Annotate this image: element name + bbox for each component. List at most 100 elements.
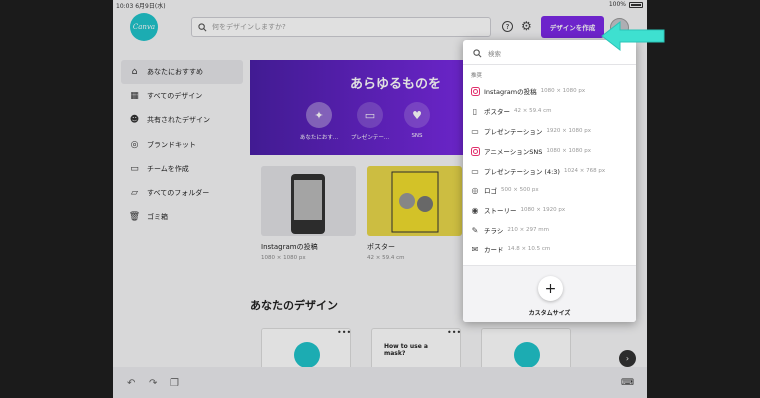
presentation-icon: ▭ (471, 166, 479, 176)
create-design-button[interactable]: デザインを作成 (541, 16, 604, 38)
sidebar-item-brand-kit[interactable]: ◎ ブランドキット (121, 133, 243, 157)
create-design-dropdown: 検索 推奨 Instagramの投稿 1080 × 1080 px ▯ ポスター… (463, 40, 636, 322)
panel-item-label: チラシ (484, 227, 504, 235)
panel-item-size: 14.8 × 10.5 cm (507, 246, 551, 252)
design-card-text: How to use a mask? (384, 343, 428, 357)
custom-size-area: + カスタムサイズ (463, 265, 636, 322)
panel-item-size: 210 × 297 mm (507, 227, 549, 233)
home-icon: ⌂ (131, 67, 138, 77)
panel-item-poster[interactable]: ▯ ポスター 42 × 59.4 cm (470, 102, 630, 120)
panel-item-size: 1024 × 768 px (563, 168, 606, 174)
hero-banner: あらゆるものを ✦ あなたにおす... ▭ プレゼンテー... ♥ SNS (250, 60, 480, 155)
template-thumbnail (261, 166, 356, 236)
redo-icon[interactable]: ↷ (149, 378, 157, 389)
brand-icon: ◎ (130, 139, 139, 150)
pointer-arrow-icon (601, 20, 665, 52)
instagram-icon (470, 86, 480, 96)
template-size: 1080 × 1080 px (261, 255, 306, 261)
sidebar-item-label: すべてのデザイン (147, 92, 203, 101)
panel-item-label: プレゼンテーション (484, 128, 543, 136)
custom-size-label[interactable]: カスタムサイズ (463, 308, 636, 317)
status-time: 10:03 6月9日(水) (116, 3, 166, 10)
folder-icon: ▱ (131, 187, 138, 198)
undo-icon[interactable]: ↶ (127, 378, 135, 389)
panel-heading: 推奨 (471, 73, 483, 79)
battery-icon (629, 1, 643, 8)
team-icon: ▭ (130, 163, 139, 174)
template-card-poster[interactable] (367, 166, 462, 236)
help-icon[interactable]: ? (502, 21, 513, 32)
panel-item-animated-sns[interactable]: アニメーションSNS 1080 × 1080 px (470, 142, 630, 160)
panel-item-label: Instagramの投稿 (484, 88, 537, 96)
search-icon (473, 48, 482, 57)
sidebar-item-label: ブランドキット (147, 140, 196, 149)
panel-item-instagram[interactable]: Instagramの投稿 1080 × 1080 px (470, 82, 630, 100)
panel-item-size: 1080 × 1080 px (546, 148, 591, 154)
sidebar-item-trash[interactable]: 🗑 ゴミ箱 (121, 205, 243, 229)
panel-item-size: 1920 × 1080 px (546, 128, 591, 134)
panel-item-label: ストーリー (484, 207, 517, 215)
plus-icon[interactable]: + (538, 276, 563, 301)
sparkle-icon: ✦ (306, 102, 332, 128)
template-label: Instagramの投稿 (261, 243, 318, 251)
logo-icon: ◎ (471, 185, 479, 195)
sidebar-item-label: あなたにおすすめ (147, 68, 203, 76)
template-size: 42 × 59.4 cm (367, 255, 405, 261)
panel-item-size: 1080 × 1920 px (520, 207, 566, 213)
panel-item-flyer[interactable]: ✎ チラシ 210 × 297 mm (470, 221, 630, 239)
battery-percent: 100% (608, 1, 626, 8)
search-icon (198, 22, 207, 31)
template-card-instagram[interactable] (261, 166, 356, 236)
panel-item-presentation[interactable]: ▭ プレゼンテーション 1920 × 1080 px (470, 122, 630, 140)
section-title: あなたのデザイン (250, 299, 338, 312)
hero-title: あらゆるものを (350, 77, 442, 92)
sidebar-item-folders[interactable]: ▱ すべてのフォルダー (121, 181, 243, 205)
canva-logo[interactable]: Canva (130, 13, 158, 41)
sidebar: ⌂ あなたにおすすめ ▦ すべてのデザイン ☻ 共有されたデザイン ◎ ブランドキット … (121, 60, 243, 229)
status-bar: 10:03 6月9日(水) 100% (113, 0, 647, 10)
panel-item-presentation-43[interactable]: ▭ プレゼンテーション (4:3) 1024 × 768 px (470, 162, 630, 180)
hero-category-recommended[interactable]: ✦ あなたにおす... (297, 102, 341, 141)
panel-item-card[interactable]: ✉ カード 14.8 × 10.5 cm (470, 240, 630, 258)
sidebar-item-label: ゴミ箱 (147, 213, 168, 222)
sidebar-item-label: チームを作成 (147, 164, 189, 173)
hero-category-label: SNS (411, 133, 423, 139)
hero-category-presentation[interactable]: ▭ プレゼンテー... (348, 102, 392, 141)
panel-item-story[interactable]: ◉ ストーリー 1080 × 1920 px (470, 201, 630, 219)
next-arrow-icon[interactable]: › (619, 350, 636, 367)
sidebar-item-create-team[interactable]: ▭ チームを作成 (121, 157, 243, 181)
trash-icon: 🗑 (128, 212, 141, 223)
more-icon[interactable]: ••• (447, 328, 461, 337)
status-right: 100% (609, 1, 643, 8)
sidebar-item-shared[interactable]: ☻ 共有されたデザイン (121, 108, 243, 132)
panel-item-size: 1080 × 1080 px (540, 88, 586, 94)
presentation-icon: ▭ (471, 126, 479, 136)
panel-item-label: ロゴ (484, 187, 497, 195)
template-label: ポスター (367, 243, 395, 251)
hero-category-label: プレゼンテー... (350, 135, 390, 141)
card-icon: ✉ (471, 244, 479, 254)
panel-item-logo[interactable]: ◎ ロゴ 500 × 500 px (470, 181, 630, 199)
panel-item-size: 500 × 500 px (501, 187, 539, 193)
copy-icon[interactable]: ❐ (170, 378, 179, 389)
hero-category-sns[interactable]: ♥ SNS (395, 102, 439, 139)
keyboard-icon[interactable]: ⌨ (621, 378, 634, 388)
panel-item-label: カード (484, 246, 504, 254)
template-thumbnail (367, 166, 462, 236)
poster-icon: ▯ (472, 106, 478, 116)
panel-item-label: アニメーションSNS (484, 148, 543, 156)
panel-item-label: ポスター (484, 108, 510, 116)
sidebar-item-all-designs[interactable]: ▦ すべてのデザイン (121, 84, 243, 108)
presentation-icon: ▭ (357, 102, 383, 128)
panel-item-label: プレゼンテーション (4:3) (484, 168, 560, 176)
grid-icon: ▦ (130, 91, 139, 102)
panel-search-placeholder: 検索 (488, 50, 501, 58)
hero-category-label: あなたにおす... (299, 135, 339, 141)
heart-icon: ♥ (404, 102, 430, 128)
sidebar-item-recommended[interactable]: ⌂ あなたにおすすめ (121, 60, 243, 84)
search-bar[interactable]: 何をデザインしますか? (191, 17, 491, 37)
more-icon[interactable]: ••• (337, 328, 351, 337)
panel-item-size: 42 × 59.4 cm (514, 108, 552, 114)
search-placeholder: 何をデザインしますか? (212, 23, 286, 31)
gear-icon[interactable]: ⚙ (521, 20, 534, 33)
